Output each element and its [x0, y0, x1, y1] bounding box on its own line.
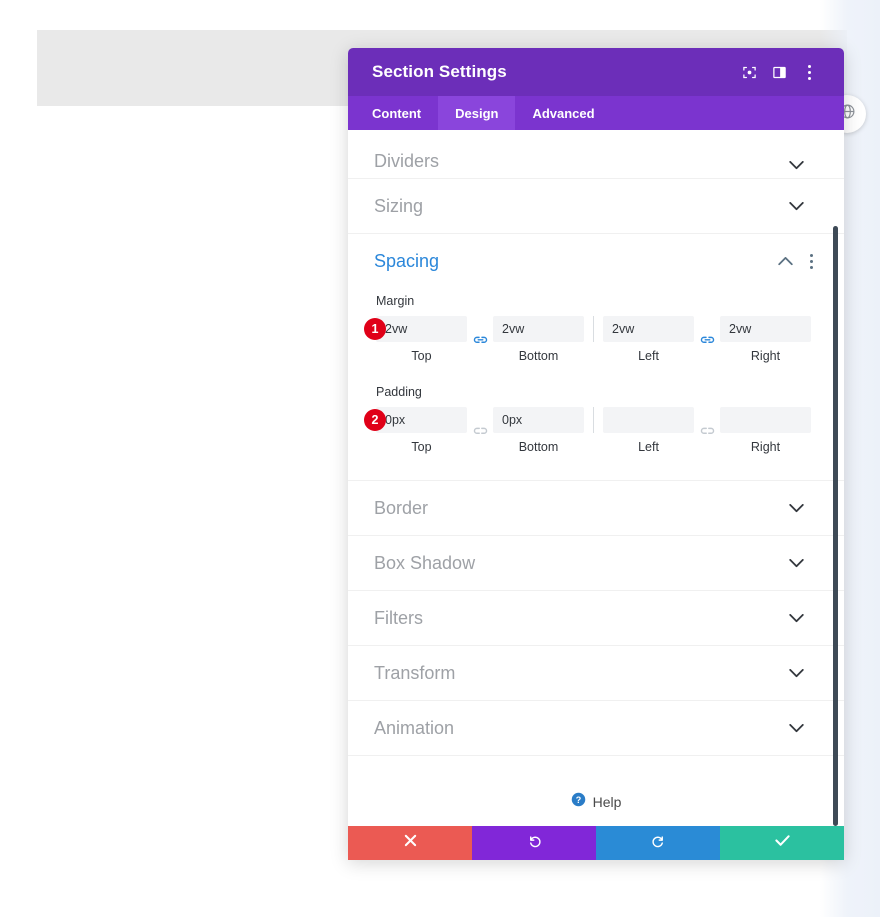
section-label-animation: Animation — [374, 717, 455, 738]
margin-left-caption: Left — [638, 349, 659, 363]
chevron-down-icon — [789, 667, 804, 680]
section-row-dividers[interactable]: Dividers — [348, 130, 844, 179]
chevron-down-icon — [789, 557, 804, 570]
close-x-icon — [404, 834, 417, 852]
redo-arrow-icon — [651, 833, 666, 853]
padding-horizontal-broken-link-icon[interactable] — [694, 418, 720, 444]
section-row-sizing[interactable]: Sizing — [348, 179, 844, 234]
chevron-down-icon — [789, 502, 804, 515]
save-button[interactable] — [720, 826, 844, 860]
svg-text:?: ? — [575, 795, 581, 805]
help-label: Help — [592, 794, 622, 810]
kebab-dots — [809, 253, 813, 269]
margin-right-cell: Right — [720, 316, 811, 363]
padding-right-input[interactable] — [720, 407, 811, 433]
padding-top-input[interactable] — [376, 407, 467, 433]
checkmark-icon — [774, 834, 790, 852]
margin-top-bottom-pair: Top Bottom — [376, 316, 584, 363]
kebab-dots — [807, 64, 811, 80]
margin-bottom-input[interactable] — [493, 316, 584, 342]
chevron-down-icon — [789, 159, 804, 172]
focus-target-icon[interactable] — [734, 58, 764, 86]
chevron-up-icon[interactable] — [772, 248, 798, 274]
margin-bottom-caption: Bottom — [518, 349, 559, 363]
padding-top-bottom-pair: Top Bottom — [376, 407, 584, 454]
margin-right-input[interactable] — [720, 316, 811, 342]
section-label-border: Border — [374, 497, 429, 518]
layout-panel-icon[interactable] — [764, 58, 794, 86]
padding-left-cell: Left — [603, 407, 694, 454]
padding-left-input[interactable] — [603, 407, 694, 433]
padding-top-caption: Top — [411, 440, 432, 454]
section-label-transform: Transform — [374, 662, 456, 683]
modal-header: Section Settings — [348, 48, 844, 96]
section-block-spacing: Spacing Margin 1 Top — [348, 234, 844, 481]
scrollbar-thumb[interactable] — [833, 226, 838, 826]
tab-design[interactable]: Design — [438, 96, 516, 130]
section-label-dividers: Dividers — [374, 151, 440, 171]
chevron-down-icon — [789, 722, 804, 735]
padding-bottom-input[interactable] — [493, 407, 584, 433]
margin-vertical-link-chain-icon[interactable] — [467, 327, 493, 353]
padding-bottom-cell: Bottom — [493, 407, 584, 454]
section-label-spacing: Spacing — [374, 250, 440, 271]
padding-bottom-caption: Bottom — [518, 440, 559, 454]
chevron-down-icon — [789, 200, 804, 213]
margin-top-input[interactable] — [376, 316, 467, 342]
padding-right-cell: Right — [720, 407, 811, 454]
help-area[interactable]: ? Help — [348, 756, 844, 826]
margin-bottom-cell: Bottom — [493, 316, 584, 363]
section-settings-modal: Section Settings Content Design Advanced… — [348, 48, 844, 860]
kebab-menu-icon[interactable] — [794, 58, 824, 86]
margin-left-input[interactable] — [603, 316, 694, 342]
margin-top-cell: Top — [376, 316, 467, 363]
modal-body: Dividers Sizing Spacing Margin 1 2vw Top… — [348, 130, 844, 826]
section-label-sizing: Sizing — [374, 195, 424, 216]
padding-group-divider — [593, 407, 594, 433]
margin-left-right-pair: Left Right — [603, 316, 811, 363]
section-label-box-shadow: Box Shadow — [374, 552, 476, 573]
margin-group-divider — [593, 316, 594, 342]
modal-tabs: Content Design Advanced — [348, 96, 844, 130]
spacing-content: Margin 1 Top — [348, 294, 844, 480]
section-row-transform[interactable]: Transform — [348, 646, 844, 701]
step-badge-1: 1 — [364, 318, 386, 340]
section-row-box-shadow[interactable]: Box Shadow — [348, 536, 844, 591]
padding-left-caption: Left — [638, 440, 659, 454]
padding-field-group: 2 Top — [364, 407, 811, 454]
section-row-spacing[interactable]: Spacing — [348, 234, 844, 288]
modal-footer — [348, 826, 844, 860]
redo-button[interactable] — [596, 826, 720, 860]
tab-content[interactable]: Content — [348, 96, 438, 130]
padding-label: Padding — [376, 385, 422, 399]
page-title: Section Settings — [372, 62, 507, 81]
padding-vertical-broken-link-icon[interactable] — [467, 418, 493, 444]
margin-label: Margin — [376, 294, 415, 308]
padding-right-caption: Right — [750, 440, 781, 454]
step-badge-2: 2 — [364, 409, 386, 431]
margin-field-group: 1 Top — [364, 316, 811, 363]
margin-horizontal-link-chain-icon[interactable] — [694, 327, 720, 353]
margin-top-caption: Top — [411, 349, 432, 363]
section-row-border[interactable]: Border — [348, 481, 844, 536]
cancel-button[interactable] — [348, 826, 472, 860]
margin-left-cell: Left — [603, 316, 694, 363]
section-row-filters[interactable]: Filters — [348, 591, 844, 646]
undo-arrow-icon — [527, 833, 542, 853]
padding-top-cell: Top — [376, 407, 467, 454]
chevron-down-icon — [789, 612, 804, 625]
padding-left-right-pair: Left Right — [603, 407, 811, 454]
tab-advanced[interactable]: Advanced — [515, 96, 611, 130]
spacing-kebab-menu-icon[interactable] — [798, 248, 824, 274]
section-label-filters: Filters — [374, 607, 423, 628]
undo-button[interactable] — [472, 826, 596, 860]
margin-right-caption: Right — [750, 349, 781, 363]
section-row-animation[interactable]: Animation — [348, 701, 844, 756]
help-question-icon: ? — [571, 792, 586, 812]
